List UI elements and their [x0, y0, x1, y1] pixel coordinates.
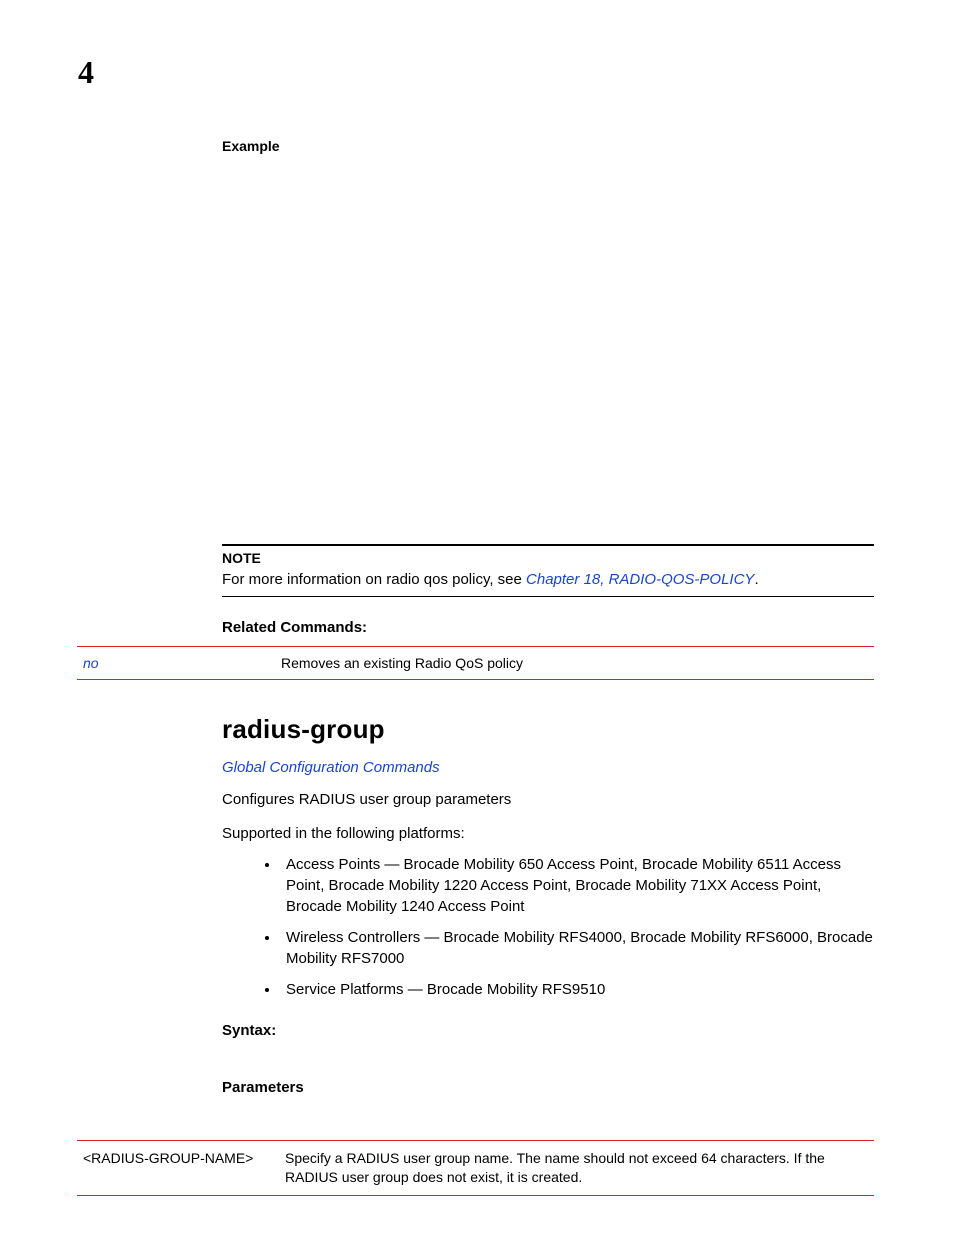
page: 4 Example NOTE For more information on r… — [0, 0, 954, 1235]
note-pre: For more information on radio qos policy… — [222, 571, 526, 588]
note-post: . — [754, 571, 758, 588]
section-sublink[interactable]: Global Configuration Commands — [222, 759, 874, 776]
example-label: Example — [222, 138, 874, 154]
section-desc: Configures RADIUS user group parameters — [222, 790, 874, 810]
note-block: NOTE For more information on radio qos p… — [222, 544, 874, 597]
section-title: radius-group — [222, 714, 874, 745]
note-link[interactable]: Chapter 18, RADIO-QOS-POLICY — [526, 571, 754, 588]
syntax-label: Syntax: — [222, 1022, 874, 1039]
parameter-desc: Specify a RADIUS user group name. The na… — [279, 1141, 874, 1196]
table-row: no Removes an existing Radio QoS policy — [77, 646, 874, 679]
list-item: Service Platforms — Brocade Mobility RFS… — [280, 979, 874, 1000]
related-command-desc: Removes an existing Radio QoS policy — [277, 646, 874, 679]
parameters-table: <RADIUS-GROUP-NAME> Specify a RADIUS use… — [77, 1140, 874, 1196]
supported-intro: Supported in the following platforms: — [222, 824, 874, 844]
list-item: Access Points — Brocade Mobility 650 Acc… — [280, 854, 874, 917]
note-rule-bottom — [222, 596, 874, 597]
note-text: For more information on radio qos policy… — [222, 570, 874, 590]
parameters-label: Parameters — [222, 1079, 874, 1096]
content-area: Example NOTE For more information on rad… — [222, 138, 874, 1196]
table-row: <RADIUS-GROUP-NAME> Specify a RADIUS use… — [77, 1141, 874, 1196]
list-item: Wireless Controllers — Brocade Mobility … — [280, 927, 874, 969]
platform-list: Access Points — Brocade Mobility 650 Acc… — [222, 854, 874, 1000]
related-commands-table: no Removes an existing Radio QoS policy — [77, 646, 874, 680]
related-command-name[interactable]: no — [77, 646, 277, 679]
parameter-name: <RADIUS-GROUP-NAME> — [77, 1141, 279, 1196]
chapter-number: 4 — [78, 54, 94, 91]
note-label: NOTE — [222, 550, 261, 566]
related-commands-heading: Related Commands: — [222, 619, 874, 636]
